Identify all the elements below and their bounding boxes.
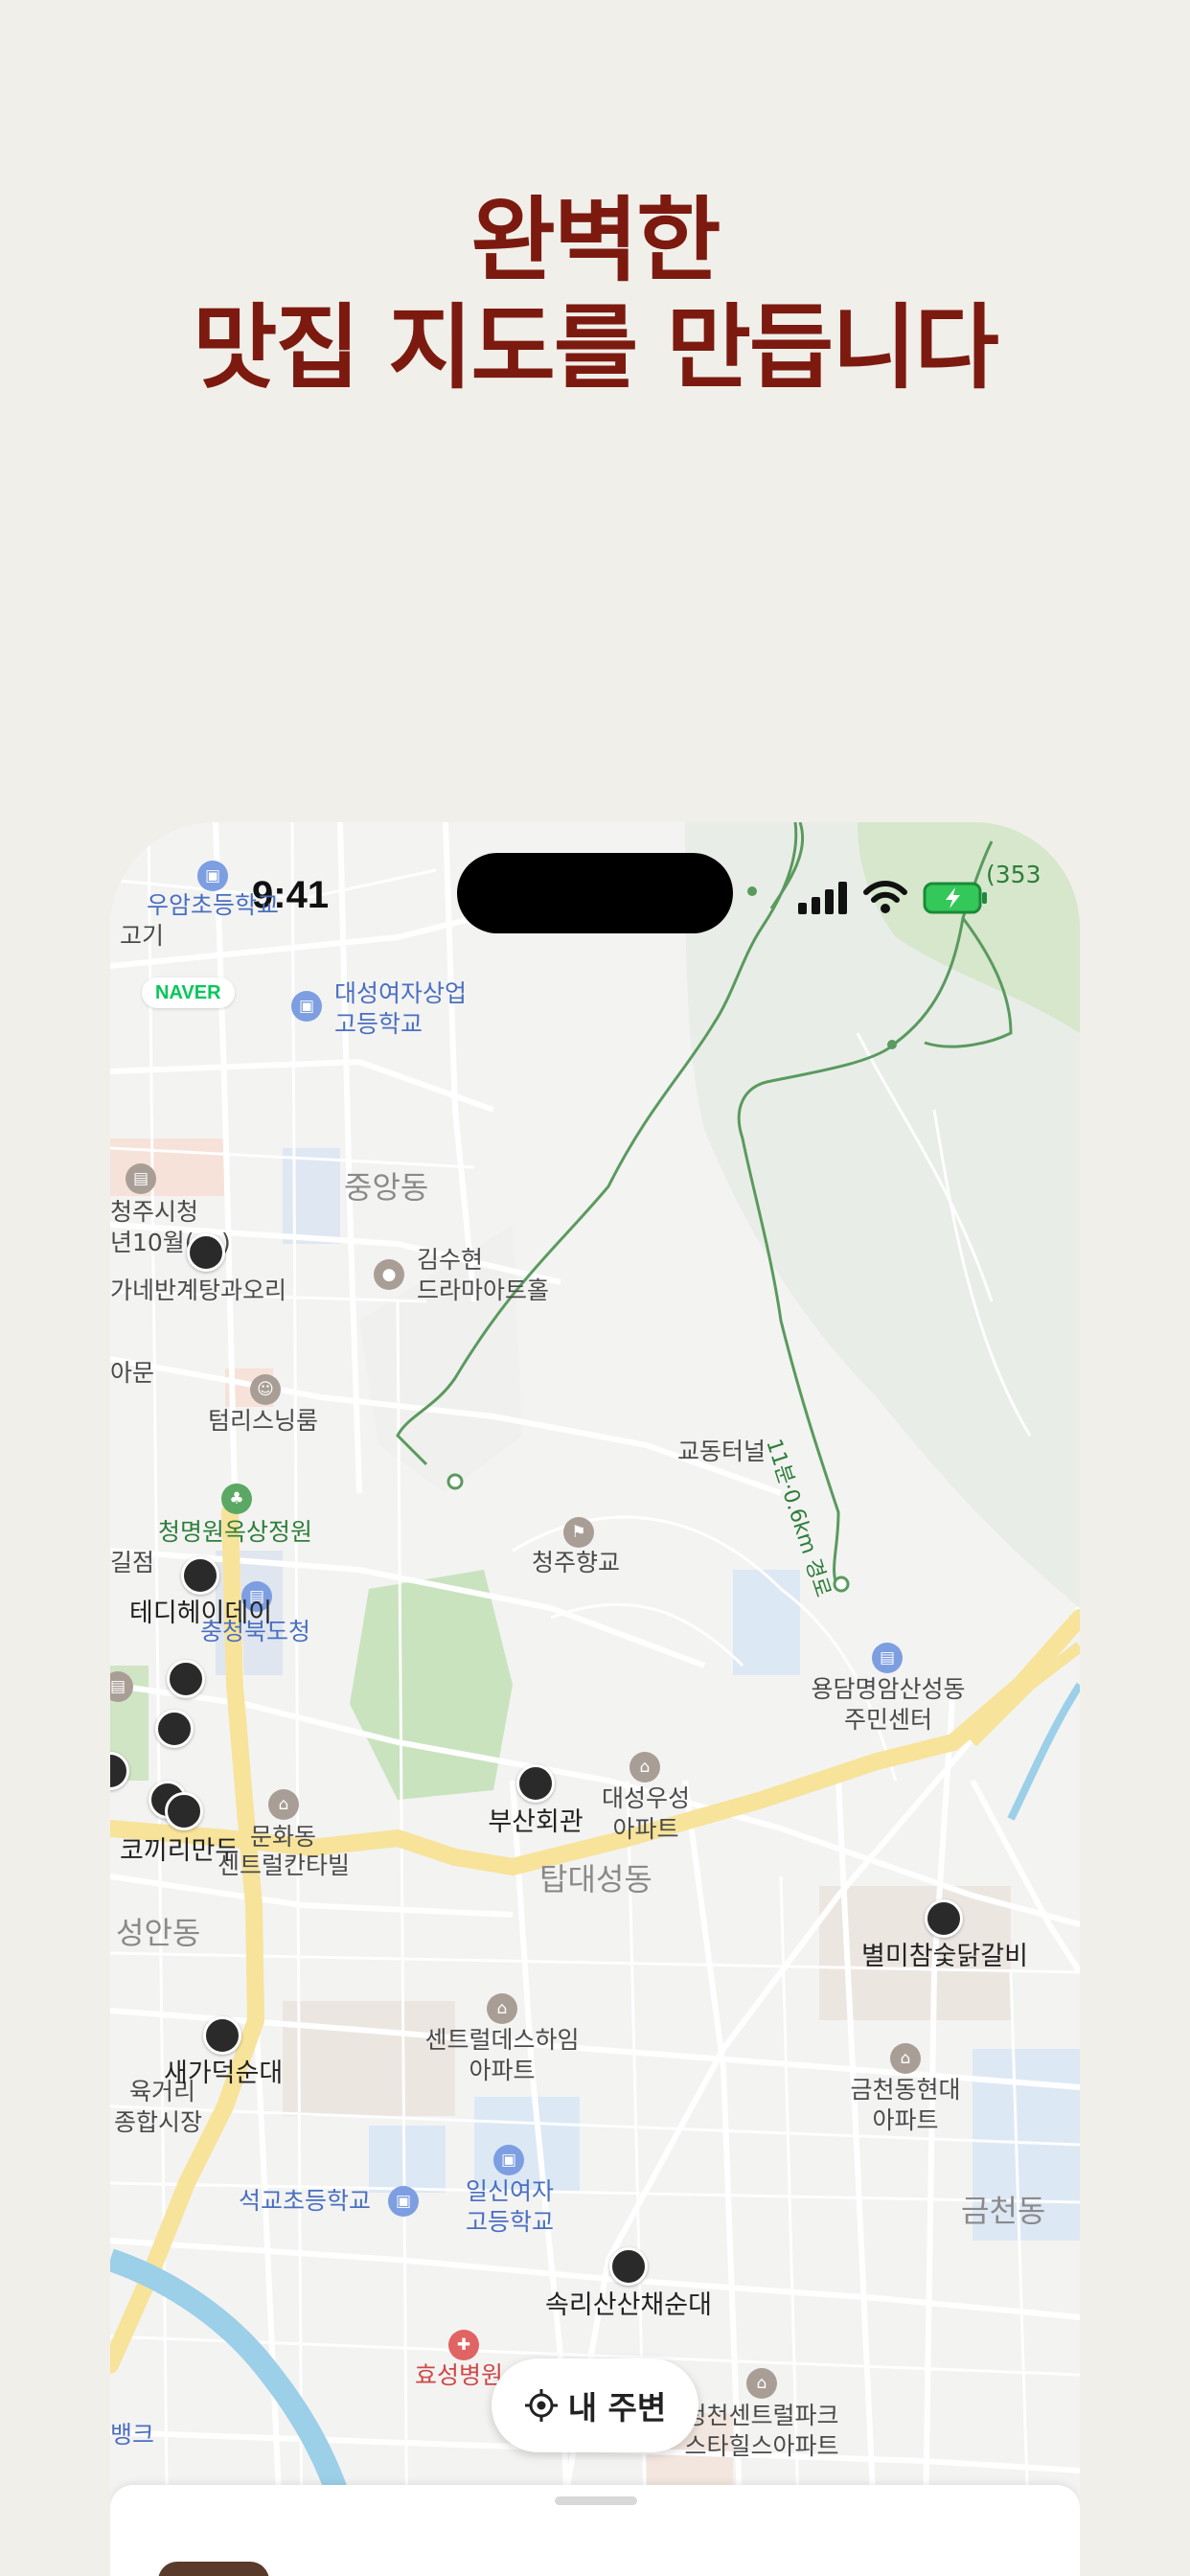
restaurant-pin[interactable] xyxy=(203,2016,241,2055)
elevation-label: (353 xyxy=(986,861,1041,888)
place-label: 청천센트럴파크 xyxy=(684,2402,839,2429)
place-label: 고등학교 xyxy=(465,2208,555,2236)
school-icon: ▣ xyxy=(493,2145,524,2175)
place-label: 일신여자 xyxy=(465,2177,555,2205)
battery-icon xyxy=(923,882,987,914)
apartment-icon: ⌂ xyxy=(487,1993,517,2024)
place-label: 청주시청 xyxy=(110,1198,199,1226)
nearby-button-label: 내 주변 xyxy=(567,2389,667,2426)
apartment-icon: ⌂ xyxy=(746,2368,777,2399)
location-target-icon xyxy=(524,2389,558,2422)
place-label: 대성우성 xyxy=(601,1784,691,1812)
apartment-icon: ⌂ xyxy=(629,1752,660,1782)
place-label: 석교초등학교 xyxy=(239,2187,372,2215)
signal-icon xyxy=(798,882,847,914)
naver-badge: NAVER xyxy=(142,978,235,1008)
place-label: 청명원옥상정원 xyxy=(158,1518,313,1546)
restaurant-pin[interactable] xyxy=(516,1764,555,1803)
restaurant-pin[interactable] xyxy=(181,1556,219,1595)
restaurant-label[interactable]: 테디헤이데이 xyxy=(129,1598,272,1629)
district-seongan: 성안동 xyxy=(116,1915,201,1951)
apartment-icon: ⌂ xyxy=(890,2043,921,2074)
place-label: 아파트 xyxy=(872,2106,939,2134)
district-tapdaeseong: 탑대성동 xyxy=(539,1861,652,1898)
restaurant-label[interactable]: 새가덕순대 xyxy=(164,2058,283,2089)
place-label: 청주향교 xyxy=(532,1549,621,1576)
school-icon: ▣ xyxy=(291,991,322,1022)
restaurant-label[interactable]: 속리산산채순대 xyxy=(545,2290,712,2321)
place-label: 금천동현대 xyxy=(850,2076,961,2104)
place-label: 아파트 xyxy=(612,1815,679,1843)
phone-screen: 9:41 (353 NAVER 11분·0.6km 경로 중앙동 탑대성동 성안… xyxy=(110,822,1080,2576)
place-label: 드라마아트홀 xyxy=(417,1276,550,1304)
place-label: 효성병원 xyxy=(415,2361,504,2389)
place-label: 용담명암산성동 xyxy=(811,1675,966,1703)
restaurant-pin[interactable] xyxy=(155,1710,194,1748)
restaurant-thumbnail[interactable] xyxy=(158,2562,269,2576)
theater-icon: ☺ xyxy=(250,1374,281,1405)
city-hall-icon: ▤ xyxy=(126,1163,156,1194)
restaurant-label[interactable]: 부산회관 xyxy=(488,1807,583,1838)
wifi-icon xyxy=(863,881,907,913)
place-label: 문화동 xyxy=(250,1823,317,1851)
place-label: 뱅크 xyxy=(110,2421,155,2449)
community-center-icon: ▤ xyxy=(872,1643,903,1673)
headline-line-1: 완벽한 xyxy=(470,187,721,294)
restaurant-label[interactable]: 별미참숯닭갈비 xyxy=(861,1942,1028,1972)
place-label: 주민센터 xyxy=(843,1706,933,1734)
place-label: 종합시장 xyxy=(114,2108,203,2136)
place-label: 스타힐스아파트 xyxy=(684,2432,839,2460)
place-label: 우암초등학교 xyxy=(147,891,280,919)
place-label: 년10월( xyxy=(110,1229,195,1256)
headline-line-2: 맛집 지도를 만듭니다 xyxy=(193,294,999,402)
place-label: 텀리스닝룸 xyxy=(208,1407,319,1435)
place-label: 교동터널 xyxy=(677,1438,767,1465)
place-label: 고등학교 xyxy=(334,1010,423,1038)
district-geumcheon: 금천동 xyxy=(961,2193,1046,2229)
headline: 완벽한 맛집 지도를 만듭니다 xyxy=(0,187,1190,402)
flag-icon: ⚑ xyxy=(563,1517,594,1548)
district-jungang: 중앙동 xyxy=(344,1169,429,1206)
restaurant-pin[interactable] xyxy=(609,2247,648,2286)
place-label: 아파트 xyxy=(469,2057,536,2084)
school-icon: ▣ xyxy=(388,2186,419,2217)
hospital-icon: ✚ xyxy=(448,2330,479,2360)
restaurant-pin[interactable] xyxy=(925,1899,963,1938)
place-label: 센트럴데스하임 xyxy=(424,2026,580,2054)
place-label: 가네반계탕과오리 xyxy=(110,1276,287,1304)
restaurant-pin[interactable] xyxy=(187,1233,225,1272)
apartment-icon: ⌂ xyxy=(268,1789,299,1820)
nearby-button[interactable]: 내 주변 xyxy=(492,2358,698,2452)
school-icon: ▣ xyxy=(197,861,228,891)
place-label: 고기 xyxy=(120,922,165,950)
place-label: 대성여자상업 xyxy=(334,979,468,1007)
place-label: 아문 xyxy=(110,1359,155,1387)
restaurant-pin[interactable] xyxy=(165,1792,203,1830)
park-icon: ♣ xyxy=(221,1484,252,1514)
restaurant-pin[interactable] xyxy=(167,1660,205,1698)
place-label: 길점 xyxy=(110,1549,155,1576)
sheet-grabber[interactable] xyxy=(555,2496,637,2505)
place-label: 김수현 xyxy=(417,1246,484,1274)
dynamic-island xyxy=(457,853,733,933)
restaurant-label[interactable]: 코끼리만두 xyxy=(120,1836,239,1867)
landmark-icon: ● xyxy=(374,1259,404,1290)
bottom-sheet[interactable] xyxy=(110,2485,1080,2576)
